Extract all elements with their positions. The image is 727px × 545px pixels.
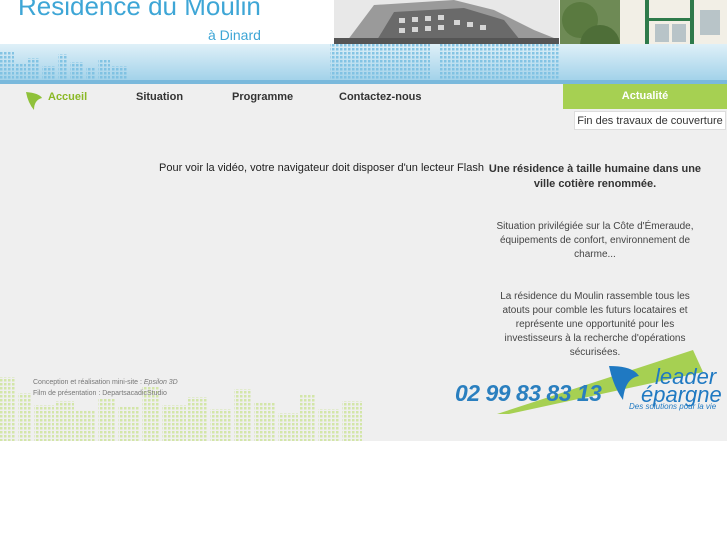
header-banner (0, 44, 727, 84)
site-subtitle: à Dinard (208, 27, 261, 43)
header: Résidence du Moulin à Dinard (0, 0, 727, 84)
credit-conception-label: Conception et réalisation mini-site : (33, 379, 144, 386)
nav-item-situation[interactable]: Situation (136, 91, 183, 103)
leaf-icon (25, 91, 43, 111)
phone-number[interactable]: 02 99 83 83 13 (455, 380, 602, 407)
flash-notice: Pour voir la vidéo, votre navigateur doi… (159, 162, 484, 174)
building-photo (334, 0, 559, 45)
intro-text-situation: Situation privilégiée sur la Côte d'Émer… (496, 221, 694, 260)
nav-item-programme[interactable]: Programme (232, 91, 293, 103)
contact-block: 02 99 83 83 13 leader épargne Des soluti… (455, 350, 727, 420)
intro-title: Une résidence à taille humaine dans une … (488, 163, 702, 190)
credit-conception-link[interactable]: Epsilon 3D (144, 379, 178, 386)
credit-film: Film de présentation : DepartsacadicStud… (33, 390, 167, 397)
nav-item-contactez-nous[interactable]: Contactez-nous (339, 91, 422, 103)
tab-actualite[interactable]: Actualité (563, 84, 727, 109)
brand-tagline: Des solutions pour la vie (629, 402, 717, 411)
nav-item-accueil[interactable]: Accueil (48, 91, 87, 103)
site-title: Résidence du Moulin (18, 0, 261, 21)
credit-conception: Conception et réalisation mini-site : Ep… (33, 379, 178, 386)
news-item[interactable]: Fin des travaux de couverture (574, 111, 726, 130)
leader-epargne-logo-icon (609, 366, 639, 400)
